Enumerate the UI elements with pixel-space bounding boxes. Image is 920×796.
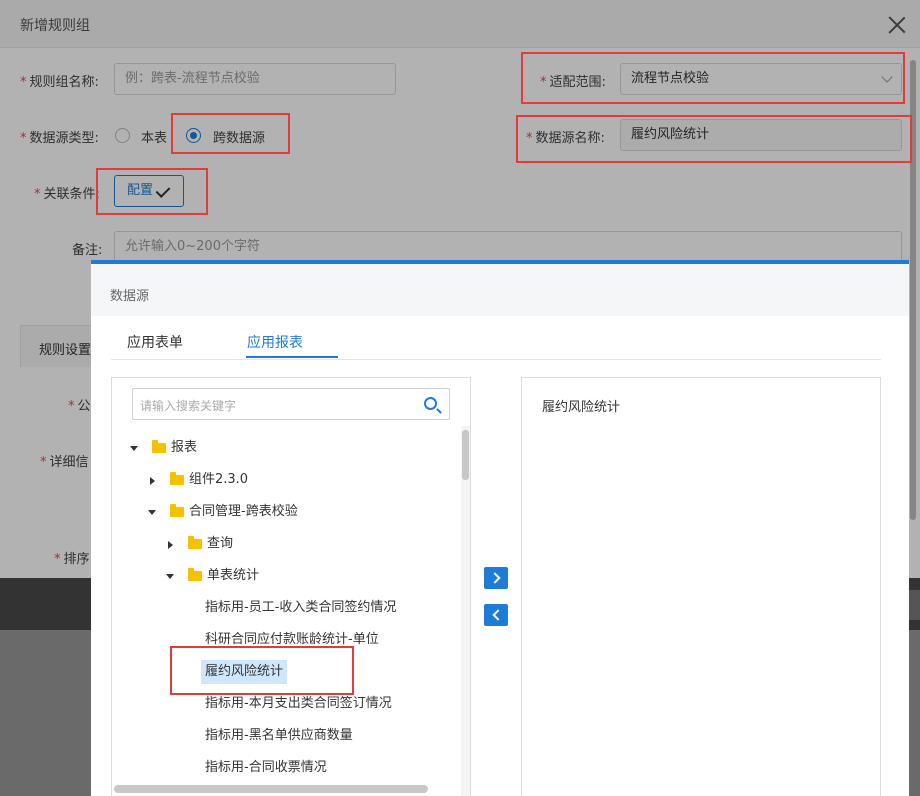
move-left-button[interactable] (484, 604, 508, 626)
tree-hscrollbar[interactable] (114, 785, 428, 793)
search-placeholder: 请输入搜索关键字 (140, 399, 237, 413)
modal-title: 数据源 (110, 289, 150, 304)
caret-right-icon[interactable] (168, 541, 173, 549)
selected-item[interactable]: 履约风险统计 (542, 396, 620, 415)
tree-node[interactable]: 查询 (207, 532, 233, 556)
tab-app-forms[interactable]: 应用表单 (127, 332, 183, 352)
search-icon[interactable] (424, 397, 437, 410)
tree-leaf[interactable]: 指标用-黑名单供应商数量 (205, 724, 353, 748)
tree-node[interactable]: 合同管理-跨表校验 (189, 500, 298, 524)
folder-icon (188, 536, 202, 549)
active-tab-indicator (246, 356, 338, 358)
datasource-modal: 数据源 应用表单 应用报表 请输入搜索关键字 报表 组件2.3.0 合同管理-跨… (91, 260, 909, 796)
caret-down-icon[interactable] (166, 574, 174, 579)
tab-app-reports[interactable]: 应用报表 (247, 332, 303, 352)
caret-right-icon[interactable] (150, 477, 155, 485)
caret-down-icon[interactable] (130, 446, 138, 451)
modal-tabs: 应用表单 应用报表 (111, 316, 881, 360)
tree-scrollbar[interactable] (462, 430, 469, 480)
folder-icon (188, 568, 202, 581)
search-input[interactable]: 请输入搜索关键字 (132, 388, 450, 420)
caret-down-icon[interactable] (148, 510, 156, 515)
tree-leaf[interactable]: 科研合同应付款账龄统计-单位 (205, 628, 379, 652)
move-right-button[interactable] (484, 567, 508, 589)
selected-panel: 履约风险统计 (521, 377, 881, 796)
tree-node[interactable]: 报表 (171, 436, 197, 460)
tree-scroll-track (461, 426, 470, 796)
folder-icon (170, 472, 184, 485)
tree-panel: 请输入搜索关键字 报表 组件2.3.0 合同管理-跨表校验 查询 单表统计 指标… (111, 377, 471, 796)
modal-header: 数据源 (91, 264, 909, 316)
tree-leaf[interactable]: 指标用-本月支出类合同签订情况 (205, 692, 392, 716)
tree-leaf[interactable]: 指标用-员工-收入类合同签约情况 (205, 596, 396, 620)
folder-icon (152, 440, 166, 453)
tree-leaf-selected[interactable]: 履约风险统计 (201, 660, 288, 684)
tree-node[interactable]: 组件2.3.0 (189, 468, 248, 492)
tree-leaf[interactable]: 指标用-合同收票情况 (205, 756, 327, 780)
tree-node[interactable]: 单表统计 (207, 564, 259, 588)
folder-icon (170, 504, 184, 517)
